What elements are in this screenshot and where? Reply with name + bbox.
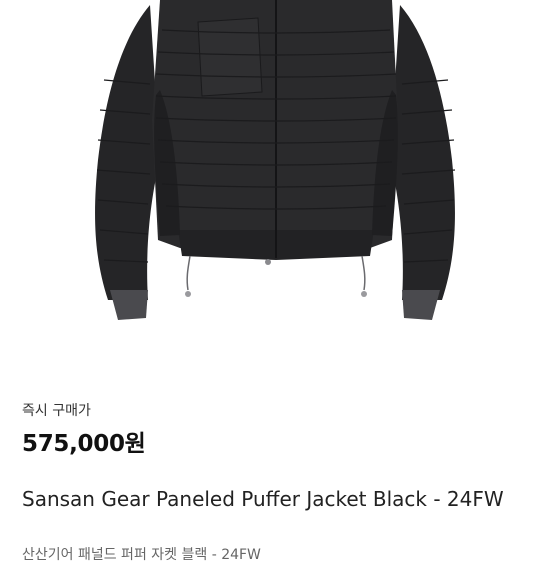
product-title[interactable]: Sansan Gear Paneled Puffer Jacket Black … bbox=[22, 486, 522, 513]
product-image[interactable] bbox=[0, 0, 552, 368]
puffer-jacket-image bbox=[95, 0, 456, 320]
instant-purchase-label: 즉시 구매가 bbox=[22, 403, 91, 419]
product-price: 575,000원 bbox=[22, 431, 146, 457]
product-info: 즉시 구매가 575,000원 Sansan Gear Paneled Puff… bbox=[0, 368, 552, 563]
product-subtitle: 산산기어 패널드 퍼퍼 자켓 블랙 - 24FW bbox=[22, 547, 261, 563]
